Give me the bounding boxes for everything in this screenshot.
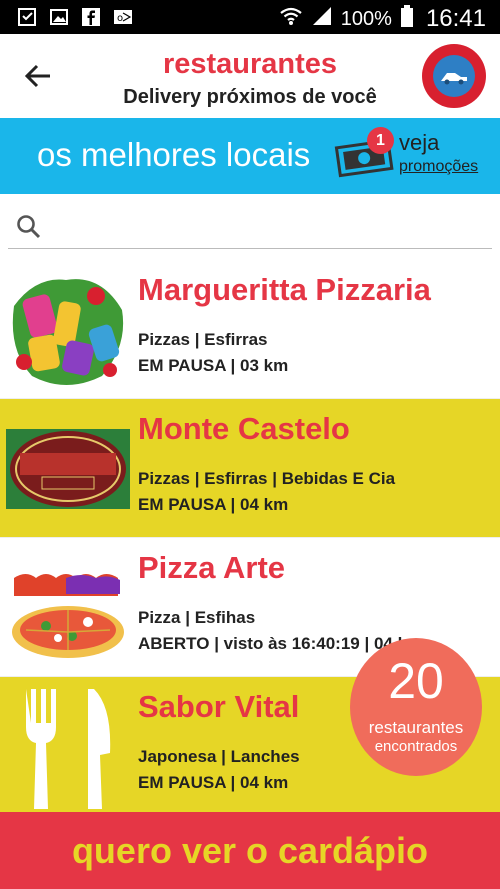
image-icon <box>48 6 70 28</box>
count-label-line1: restaurantes <box>368 718 464 737</box>
restaurant-row[interactable]: Margueritta Pizzaria Pizzas | Esfirras E… <box>0 260 500 399</box>
restaurant-row[interactable]: Monte Castelo Pizzas | Esfirras | Bebida… <box>0 399 500 538</box>
restaurant-categories: Japonesa | Lanches <box>138 747 300 766</box>
restaurant-name: Sabor Vital <box>138 689 300 724</box>
restaurant-status: EM PAUSA | 03 km <box>138 356 289 375</box>
search-input[interactable] <box>52 210 482 244</box>
mail-icon: o <box>112 6 134 28</box>
restaurant-categories: Pizzas | Esfirras <box>138 330 268 349</box>
restaurant-logo-pizza-arte <box>6 544 130 672</box>
delivery-logo-icon <box>433 55 475 97</box>
restaurant-status: EM PAUSA | 04 km <box>138 773 289 792</box>
restaurant-name: Margueritta Pizzaria <box>138 272 431 307</box>
facebook-icon <box>80 6 102 28</box>
search-bar <box>0 194 500 260</box>
veja-label: veja <box>399 130 440 155</box>
fork-knife-icon <box>6 683 130 811</box>
restaurant-logo-pizza <box>6 266 130 394</box>
promo-banner[interactable]: os melhores locais 1 veja promoções <box>0 118 500 194</box>
search-underline <box>8 248 492 249</box>
restaurant-categories: Pizza | Esfihas <box>138 608 256 627</box>
battery-icon <box>400 5 414 33</box>
system-icons: 100% 16:41 <box>279 5 486 33</box>
count-label-line2: encontrados <box>374 738 458 755</box>
banner-text: os melhores locais <box>37 136 311 173</box>
restaurant-count-bubble: 20 restaurantes encontrados <box>350 638 482 776</box>
status-bar: o 100% 16:41 <box>0 0 500 34</box>
profile-avatar[interactable] <box>422 44 486 108</box>
svg-text:o: o <box>117 13 123 24</box>
wifi-icon <box>279 6 303 32</box>
notification-icons: o <box>16 6 134 28</box>
restaurant-logo-monte-castelo <box>6 405 130 533</box>
signal-icon <box>311 6 333 32</box>
view-menu-button[interactable]: quero ver o cardápio <box>0 812 500 889</box>
clock: 16:41 <box>425 5 486 32</box>
restaurant-categories: Pizzas | Esfirras | Bebidas E Cia <box>138 469 396 488</box>
restaurant-name: Pizza Arte <box>138 550 286 585</box>
promo-count-badge: 1 <box>367 127 394 154</box>
restaurant-name: Monte Castelo <box>138 411 350 446</box>
restaurant-count: 20 <box>388 653 444 709</box>
restaurant-status: EM PAUSA | 04 km <box>138 495 289 514</box>
battery-percent: 100% <box>340 7 392 30</box>
download-icon <box>16 6 38 28</box>
promocoes-link[interactable]: promoções <box>399 158 478 176</box>
app-header: restaurantes Delivery próximos de você <box>0 34 500 118</box>
search-icon <box>16 214 42 240</box>
